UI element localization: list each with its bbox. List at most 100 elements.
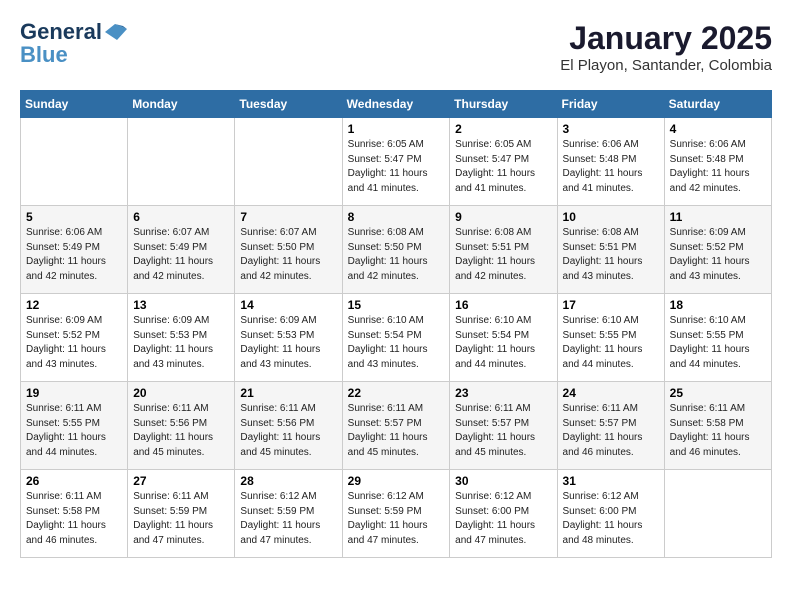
day-number: 3 xyxy=(563,122,659,136)
calendar-cell xyxy=(21,118,128,206)
day-number: 23 xyxy=(455,386,551,400)
calendar-cell xyxy=(128,118,235,206)
calendar-cell: 20 Sunrise: 6:11 AMSunset: 5:56 PMDayligh… xyxy=(128,382,235,470)
week-row-4: 19Sunrise: 6:11 AMSunset: 5:55 PMDayligh… xyxy=(21,382,772,470)
day-number: 17 xyxy=(563,298,659,312)
day-number: 5 xyxy=(26,210,122,224)
calendar-cell: 5 Sunrise: 6:06 AMSunset: 5:49 PMDaylight… xyxy=(21,206,128,294)
calendar-cell: 9 Sunrise: 6:08 AMSunset: 5:51 PMDaylight… xyxy=(450,206,557,294)
day-info: Sunrise: 6:05 AMSunset: 5:47 PMDaylight:… xyxy=(455,138,551,196)
day-info: Sunrise: 6:10 AMSunset: 5:55 PMDaylight:… xyxy=(563,314,659,372)
calendar-cell: 7Sunrise: 6:07 AMSunset: 5:50 PMDaylight… xyxy=(235,206,342,294)
day-info: Sunrise: 6:08 AMSunset: 5:51 PMDaylight:… xyxy=(455,226,551,284)
day-info: Sunrise: 6:12 AMSunset: 6:00 PMDaylight:… xyxy=(563,490,659,548)
day-info: Sunrise: 6:08 AMSunset: 5:50 PMDaylight:… xyxy=(348,226,445,284)
week-row-2: 5 Sunrise: 6:06 AMSunset: 5:49 PMDaylight… xyxy=(21,206,772,294)
day-info: Sunrise: 6:09 AMSunset: 5:52 PMDaylight:… xyxy=(26,314,122,372)
day-info: Sunrise: 6:11 AMSunset: 5:55 PMDaylight:… xyxy=(26,402,122,460)
logo: General Blue xyxy=(20,20,127,67)
day-info: Sunrise: 6:06 AMSunset: 5:48 PMDaylight:… xyxy=(563,138,659,196)
day-number: 11 xyxy=(670,210,766,224)
day-info: Sunrise: 6:12 AMSunset: 5:59 PMDaylight:… xyxy=(348,490,445,548)
logo-blue-text: Blue xyxy=(20,43,68,67)
calendar-header-row: SundayMondayTuesdayWednesdayThursdayFrid… xyxy=(21,91,772,118)
day-info: Sunrise: 6:11 AMSunset: 5:57 PMDaylight:… xyxy=(455,402,551,460)
day-number: 31 xyxy=(563,474,659,488)
day-number: 18 xyxy=(670,298,766,312)
calendar-cell: 22Sunrise: 6:11 AMSunset: 5:57 PMDayligh… xyxy=(342,382,450,470)
calendar-cell: 15 Sunrise: 6:10 AMSunset: 5:54 PMDayligh… xyxy=(342,294,450,382)
calendar-cell: 2 Sunrise: 6:05 AMSunset: 5:47 PMDaylight… xyxy=(450,118,557,206)
calendar-cell: 4 Sunrise: 6:06 AMSunset: 5:48 PMDaylight… xyxy=(664,118,771,206)
day-info: Sunrise: 6:08 AMSunset: 5:51 PMDaylight:… xyxy=(563,226,659,284)
calendar-cell: 16Sunrise: 6:10 AMSunset: 5:54 PMDayligh… xyxy=(450,294,557,382)
col-header-wednesday: Wednesday xyxy=(342,91,450,118)
day-number: 13 xyxy=(133,298,229,312)
col-header-sunday: Sunday xyxy=(21,91,128,118)
calendar-cell: 27 Sunrise: 6:11 AMSunset: 5:59 PMDayligh… xyxy=(128,470,235,558)
day-info: Sunrise: 6:06 AMSunset: 5:48 PMDaylight:… xyxy=(670,138,766,196)
calendar-cell: 6Sunrise: 6:07 AMSunset: 5:49 PMDaylight… xyxy=(128,206,235,294)
day-number: 15 xyxy=(348,298,445,312)
calendar-cell: 31 Sunrise: 6:12 AMSunset: 6:00 PMDayligh… xyxy=(557,470,664,558)
day-info: Sunrise: 6:05 AMSunset: 5:47 PMDaylight:… xyxy=(348,138,445,196)
calendar-cell: 29 Sunrise: 6:12 AMSunset: 5:59 PMDayligh… xyxy=(342,470,450,558)
location-title: El Playon, Santander, Colombia xyxy=(560,57,772,74)
day-info: Sunrise: 6:11 AMSunset: 5:57 PMDaylight:… xyxy=(563,402,659,460)
calendar-cell: 1 Sunrise: 6:05 AMSunset: 5:47 PMDaylight… xyxy=(342,118,450,206)
day-number: 10 xyxy=(563,210,659,224)
day-info: Sunrise: 6:10 AMSunset: 5:54 PMDaylight:… xyxy=(455,314,551,372)
page-header: General Blue January 2025 El Playon, San… xyxy=(20,20,772,74)
day-number: 27 xyxy=(133,474,229,488)
day-info: Sunrise: 6:10 AMSunset: 5:54 PMDaylight:… xyxy=(348,314,445,372)
day-info: Sunrise: 6:11 AMSunset: 5:58 PMDaylight:… xyxy=(26,490,122,548)
calendar-cell xyxy=(664,470,771,558)
day-info: Sunrise: 6:12 AMSunset: 5:59 PMDaylight:… xyxy=(240,490,336,548)
day-info: Sunrise: 6:11 AMSunset: 5:56 PMDaylight:… xyxy=(133,402,229,460)
calendar-cell: 8 Sunrise: 6:08 AMSunset: 5:50 PMDaylight… xyxy=(342,206,450,294)
day-number: 1 xyxy=(348,122,445,136)
calendar-cell: 30 Sunrise: 6:12 AMSunset: 6:00 PMDayligh… xyxy=(450,470,557,558)
col-header-friday: Friday xyxy=(557,91,664,118)
day-info: Sunrise: 6:12 AMSunset: 6:00 PMDaylight:… xyxy=(455,490,551,548)
day-info: Sunrise: 6:11 AMSunset: 5:57 PMDaylight:… xyxy=(348,402,445,460)
logo-bird-icon xyxy=(105,24,127,40)
calendar-cell: 3 Sunrise: 6:06 AMSunset: 5:48 PMDaylight… xyxy=(557,118,664,206)
day-number: 6 xyxy=(133,210,229,224)
week-row-3: 12 Sunrise: 6:09 AMSunset: 5:52 PMDayligh… xyxy=(21,294,772,382)
day-number: 12 xyxy=(26,298,122,312)
calendar-cell: 11 Sunrise: 6:09 AMSunset: 5:52 PMDayligh… xyxy=(664,206,771,294)
day-number: 4 xyxy=(670,122,766,136)
day-info: Sunrise: 6:09 AMSunset: 5:52 PMDaylight:… xyxy=(670,226,766,284)
calendar-cell: 28 Sunrise: 6:12 AMSunset: 5:59 PMDayligh… xyxy=(235,470,342,558)
day-number: 2 xyxy=(455,122,551,136)
day-info: Sunrise: 6:06 AMSunset: 5:49 PMDaylight:… xyxy=(26,226,122,284)
day-info: Sunrise: 6:09 AMSunset: 5:53 PMDaylight:… xyxy=(240,314,336,372)
day-info: Sunrise: 6:10 AMSunset: 5:55 PMDaylight:… xyxy=(670,314,766,372)
day-number: 30 xyxy=(455,474,551,488)
calendar-cell: 21Sunrise: 6:11 AMSunset: 5:56 PMDayligh… xyxy=(235,382,342,470)
col-header-thursday: Thursday xyxy=(450,91,557,118)
day-number: 24 xyxy=(563,386,659,400)
day-number: 26 xyxy=(26,474,122,488)
day-info: Sunrise: 6:11 AMSunset: 5:59 PMDaylight:… xyxy=(133,490,229,548)
day-number: 28 xyxy=(240,474,336,488)
day-number: 20 xyxy=(133,386,229,400)
day-info: Sunrise: 6:11 AMSunset: 5:56 PMDaylight:… xyxy=(240,402,336,460)
calendar-cell: 23 Sunrise: 6:11 AMSunset: 5:57 PMDayligh… xyxy=(450,382,557,470)
day-number: 8 xyxy=(348,210,445,224)
calendar-cell: 13Sunrise: 6:09 AMSunset: 5:53 PMDayligh… xyxy=(128,294,235,382)
calendar-cell: 18 Sunrise: 6:10 AMSunset: 5:55 PMDayligh… xyxy=(664,294,771,382)
day-number: 9 xyxy=(455,210,551,224)
day-info: Sunrise: 6:11 AMSunset: 5:58 PMDaylight:… xyxy=(670,402,766,460)
month-title: January 2025 xyxy=(560,20,772,57)
title-block: January 2025 El Playon, Santander, Colom… xyxy=(560,20,772,74)
day-number: 25 xyxy=(670,386,766,400)
calendar-table: SundayMondayTuesdayWednesdayThursdayFrid… xyxy=(20,90,772,558)
calendar-cell: 24 Sunrise: 6:11 AMSunset: 5:57 PMDayligh… xyxy=(557,382,664,470)
calendar-cell xyxy=(235,118,342,206)
day-number: 14 xyxy=(240,298,336,312)
calendar-cell: 17 Sunrise: 6:10 AMSunset: 5:55 PMDayligh… xyxy=(557,294,664,382)
day-number: 29 xyxy=(348,474,445,488)
day-info: Sunrise: 6:07 AMSunset: 5:50 PMDaylight:… xyxy=(240,226,336,284)
